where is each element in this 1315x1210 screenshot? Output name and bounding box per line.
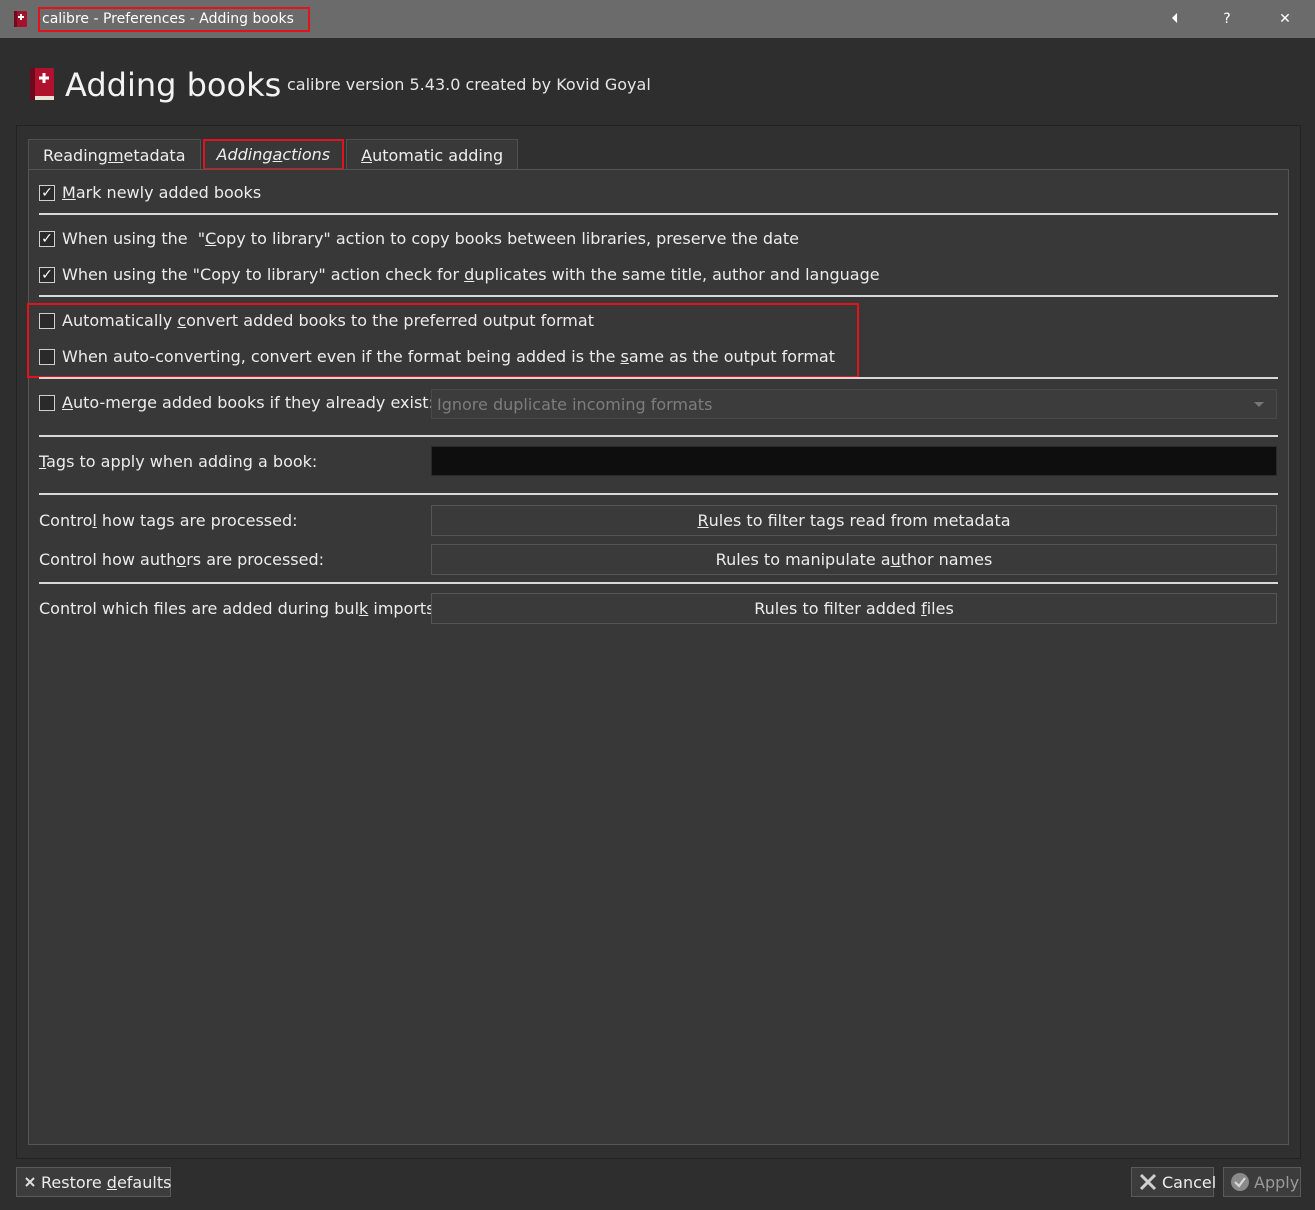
auto-convert-option[interactable]: Automatically c onvert added books to the… — [39, 311, 594, 330]
auto-merge-option[interactable]: Auto-merge added books if they already e… — [39, 393, 434, 412]
tags-processing-label: Control how tags are processed: — [39, 511, 298, 530]
close-icon[interactable]: ✕ — [1262, 0, 1308, 38]
back-icon[interactable]: ⏴ — [1152, 0, 1198, 38]
help-icon[interactable]: ? — [1204, 0, 1250, 38]
filter-files-button[interactable]: Rules to filter added f iles — [431, 593, 1277, 624]
convert-same-format-checkbox[interactable] — [39, 348, 55, 365]
page-title: Adding books — [65, 66, 282, 104]
mark-newly-added-checkbox[interactable]: ✓ — [39, 184, 55, 201]
filter-tags-button[interactable]: Rules to filter tags read from metadata — [431, 505, 1277, 536]
tab-reading-metadata[interactable]: Reading m etadata — [28, 139, 201, 170]
separator — [39, 213, 1278, 215]
auto-merge-select[interactable]: Ignore duplicate incoming formats — [431, 389, 1277, 419]
cancel-button[interactable]: Cancel — [1131, 1167, 1216, 1197]
separator — [39, 493, 1278, 495]
cancel-icon — [1138, 1172, 1158, 1192]
separator — [39, 377, 1278, 379]
separator — [39, 435, 1278, 437]
chevron-down-icon — [1254, 402, 1264, 407]
window-title: calibre - Preferences - Adding books — [38, 7, 310, 32]
convert-same-format-option[interactable]: When auto-converting, convert even if th… — [39, 347, 835, 366]
tab-automatic-adding[interactable]: Automatic adding — [346, 139, 519, 170]
auto-convert-checkbox[interactable] — [39, 312, 55, 329]
tab-adding-actions[interactable]: Adding a ctions — [202, 139, 345, 170]
restore-icon — [23, 1175, 37, 1189]
authors-processing-label: Control how authors are processed: — [39, 550, 325, 569]
adding-books-icon — [30, 68, 54, 100]
tags-label: Tags to apply when adding a book: — [39, 452, 318, 471]
separator — [39, 582, 1278, 584]
preserve-date-checkbox[interactable]: ✓ — [39, 230, 55, 247]
tags-input[interactable] — [431, 446, 1277, 476]
manipulate-authors-button[interactable]: Rules to manipulate a u thor names — [431, 544, 1277, 575]
apply-check-icon — [1230, 1172, 1250, 1192]
auto-merge-checkbox[interactable] — [39, 394, 55, 411]
title-bar: calibre - Preferences - Adding books ⏴ ?… — [0, 0, 1315, 38]
calibre-app-icon — [14, 11, 27, 27]
restore-defaults-button[interactable]: Restore d efaults — [16, 1167, 171, 1197]
separator — [39, 295, 1278, 297]
apply-button[interactable]: Apply — [1223, 1167, 1301, 1197]
mark-newly-added-option[interactable]: ✓ Mark newly added books — [39, 183, 261, 202]
page-subtitle: calibre version 5.43.0 created by Kovid … — [287, 75, 651, 94]
preserve-date-option[interactable]: ✓ When using the " Copy to library" actio… — [39, 229, 799, 248]
tab-bar: Reading m etadata Adding a ctions Automati… — [28, 139, 520, 170]
check-duplicates-checkbox[interactable]: ✓ — [39, 266, 55, 283]
bulk-import-label: Control which files are added during bul… — [39, 599, 440, 618]
check-duplicates-option[interactable]: ✓ When using the "Copy to library" actio… — [39, 265, 880, 284]
